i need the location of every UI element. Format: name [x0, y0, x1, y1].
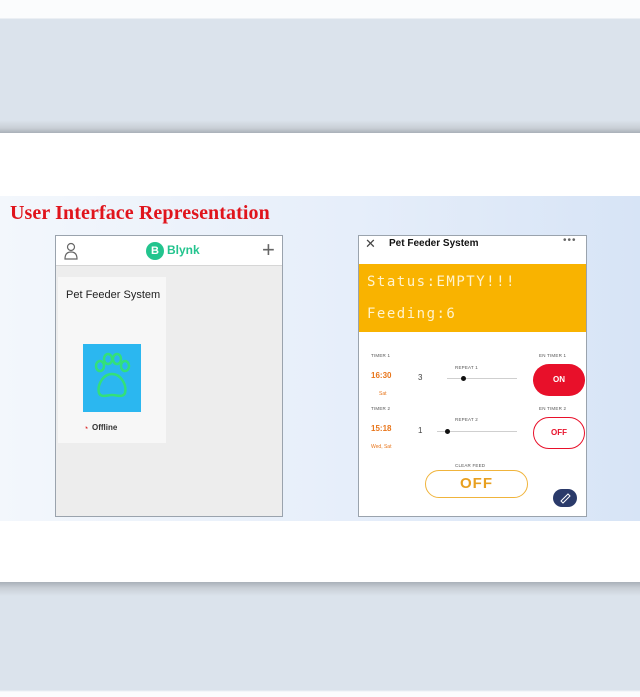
blynk-logo-icon: B: [146, 242, 164, 260]
timer2-days: Wed, Sat: [371, 444, 392, 450]
status-text: Status:EMPTY!!!: [367, 274, 516, 290]
top-gray-band: [0, 0, 640, 133]
paw-icon: [94, 352, 131, 398]
slide: User Interface Representation B Blynk + …: [0, 196, 640, 521]
project-name: Pet Feeder System: [66, 289, 161, 301]
repeat2-label: REPEAT 2: [455, 417, 478, 422]
en-timer1-button[interactable]: ON: [533, 364, 585, 396]
repeat1-value: 3: [418, 373, 423, 382]
timer1-label: TIMER 1: [371, 353, 391, 358]
en-timer1-label: EN TIMER 1: [539, 353, 567, 358]
slide-title: User Interface Representation: [10, 202, 270, 224]
app-title: Pet Feeder System: [389, 238, 479, 249]
repeat2-value: 1: [418, 426, 423, 435]
en-timer2-button[interactable]: OFF: [533, 417, 585, 449]
repeat1-slider[interactable]: [447, 378, 517, 379]
repeat1-slider-knob[interactable]: [461, 376, 466, 381]
timer1-days: Sat: [379, 391, 387, 397]
en-timer2-label: EN TIMER 2: [539, 406, 567, 411]
clear-feed-label: CLEAR FEED: [455, 463, 486, 468]
edit-icon[interactable]: [553, 489, 577, 507]
blynk-header: B Blynk +: [56, 236, 282, 266]
repeat1-label: REPEAT 1: [455, 365, 478, 370]
status-banner: Status:EMPTY!!! Feeding:6: [359, 264, 586, 332]
more-icon[interactable]: •••: [563, 235, 577, 246]
feeding-text: Feeding:6: [367, 306, 457, 322]
user-icon[interactable]: [64, 242, 78, 260]
close-icon[interactable]: ✕: [365, 236, 376, 252]
clear-feed-button[interactable]: OFF: [425, 470, 528, 498]
device-status: Offline: [92, 423, 118, 432]
project-tile[interactable]: [83, 344, 141, 412]
project-card[interactable]: Pet Feeder System ◔ Offline: [58, 277, 166, 443]
pencil-icon: [560, 493, 571, 504]
wifi-icon: ◔: [83, 423, 89, 433]
repeat2-slider-knob[interactable]: [445, 429, 450, 434]
add-project-icon[interactable]: +: [262, 239, 275, 261]
timer2-label: TIMER 2: [371, 406, 391, 411]
feeder-app-screen: ✕ Pet Feeder System ••• Status:EMPTY!!! …: [358, 235, 587, 517]
timer1-time[interactable]: 16:30: [371, 371, 391, 380]
blynk-home-screen: B Blynk + Pet Feeder System ◔ Offline: [55, 235, 283, 517]
brand-name: Blynk: [167, 243, 200, 257]
bottom-gray-band: [0, 582, 640, 697]
timer2-time[interactable]: 15:18: [371, 424, 391, 433]
